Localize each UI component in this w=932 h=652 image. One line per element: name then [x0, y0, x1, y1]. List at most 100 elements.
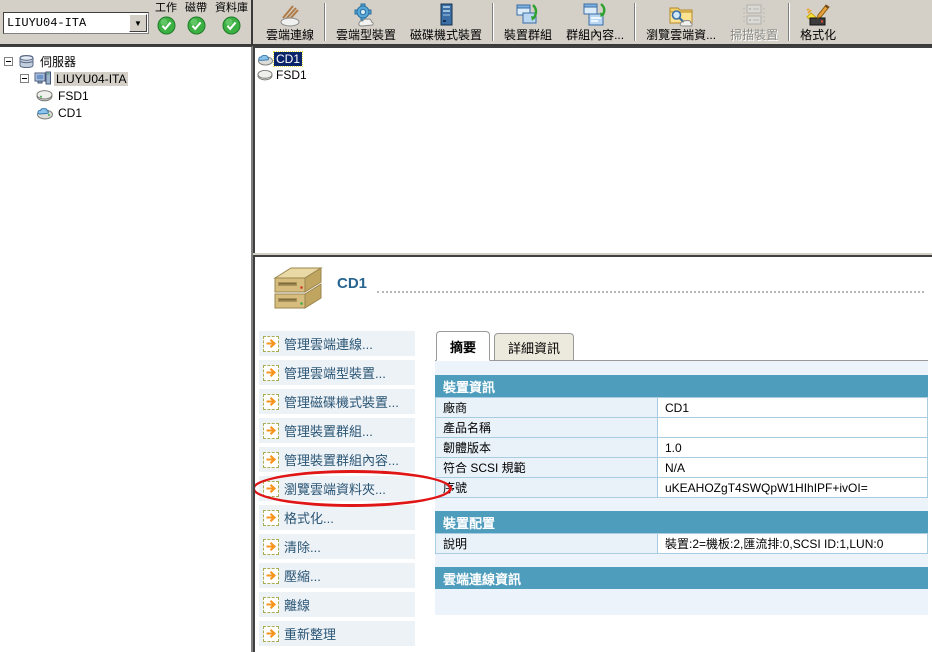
task-compress[interactable]: 壓縮... [259, 563, 415, 588]
server-computer-icon [34, 71, 51, 85]
table-row: 產品名稱 [435, 417, 928, 438]
table-row: 廠商 CD1 [435, 397, 928, 418]
arrow-right-icon [263, 509, 279, 526]
toolbar-separator [634, 3, 637, 41]
status-job-label: 工作 [155, 2, 177, 14]
server-status-bar: LIUYU04-ITA ▼ 工作 磁帶 資料庫 [0, 0, 253, 44]
row-value: 裝置:2=機板:2,匯流排:0,SCSI ID:1,LUN:0 [657, 533, 928, 554]
row-label: 廠商 [435, 397, 658, 418]
task-refresh[interactable]: 重新整理 [259, 621, 415, 646]
server-selector[interactable]: LIUYU04-ITA ▼ [3, 12, 149, 34]
toolbar-button-label: 磁碟機式裝置 [410, 27, 483, 42]
arrow-right-icon [263, 596, 279, 613]
toolbar-cloud-device-button[interactable]: 雲端型裝置 [329, 1, 403, 43]
status-database-label: 資料庫 [215, 2, 248, 14]
device-list-item-cd1[interactable]: CD1 [256, 51, 930, 67]
toolbar-disk-device-button[interactable]: 磁碟機式裝置 [403, 1, 489, 43]
task-label: 離線 [284, 598, 311, 613]
scan-device-icon [741, 3, 767, 28]
cloud-connect-icon [277, 3, 303, 28]
device-list-panel: CD1 FSD1 [253, 46, 932, 253]
task-label: 格式化... [284, 511, 334, 526]
arrow-right-icon [263, 480, 279, 497]
toolbar-group-properties-button[interactable]: 群組內容... [559, 1, 631, 43]
toolbar-button-label: 瀏覽雲端資... [646, 27, 717, 42]
servers-icon [19, 54, 34, 69]
right-column: CD1 FSD1 CD1 管理雲端連線... 管理雲端型裝置... 管理磁碟機式… [253, 46, 932, 652]
task-label: 管理裝置群組... [284, 424, 373, 439]
cloud-device-icon [353, 3, 379, 28]
tab-details[interactable]: 詳細資訊 [494, 333, 575, 360]
tree-node-cd1[interactable]: CD1 [4, 104, 249, 121]
tab-label: 詳細資訊 [508, 341, 561, 356]
toolbar-button-label: 裝置群組 [504, 27, 553, 42]
status-tape: 磁帶 [185, 2, 207, 35]
row-label: 產品名稱 [435, 417, 658, 438]
toolbar-separator [324, 3, 327, 41]
toolbar-cloud-connect-button[interactable]: 雲端連線 [259, 1, 321, 43]
task-manage-group-properties[interactable]: 管理裝置群組內容... [259, 447, 415, 472]
device-list-item-fsd1[interactable]: FSD1 [256, 67, 930, 83]
task-label: 管理雲端連線... [284, 337, 373, 352]
status-tape-label: 磁帶 [185, 2, 207, 14]
arrow-right-icon [263, 625, 279, 642]
detail-title: CD1 [337, 275, 368, 292]
toolbar-buttons: 雲端連線 雲端型裝置 磁碟機式裝置 裝置群組 群組內容... 瀏覽雲端資... … [253, 0, 932, 44]
toolbar-separator [492, 3, 495, 41]
arrow-right-icon [263, 422, 279, 439]
tab-summary[interactable]: 摘要 [436, 331, 491, 361]
tree-node-server-liuyu04[interactable]: LIUYU04-ITA [4, 70, 249, 87]
tab-strip: 摘要 詳細資訊 [435, 331, 928, 361]
check-circle-icon [187, 16, 205, 35]
task-manage-device-group[interactable]: 管理裝置群組... [259, 418, 415, 443]
task-label: 管理雲端型裝置... [284, 366, 386, 381]
toolbar-button-label: 雲端連線 [266, 27, 315, 42]
toolbar-button-label: 雲端型裝置 [336, 27, 397, 42]
detail-header: CD1 [255, 257, 932, 331]
toolbar-browse-cloud-folder-button[interactable]: 瀏覽雲端資... [639, 1, 723, 43]
check-circle-icon [157, 16, 175, 35]
tree-node-servers[interactable]: 伺服器 [4, 53, 249, 70]
device-config-table: 說明 裝置:2=機板:2,匯流排:0,SCSI ID:1,LUN:0 [435, 533, 928, 554]
tree-node-label: 伺服器 [40, 55, 77, 69]
device-manager-window: LIUYU04-ITA ▼ 工作 磁帶 資料庫 雲端連線 雲端型裝置 磁碟機式裝… [0, 0, 932, 652]
task-browse-cloud-folder[interactable]: 瀏覽雲端資料夾... [259, 476, 415, 501]
tree-node-fsd1[interactable]: FSD1 [4, 87, 249, 104]
task-label: 瀏覽雲端資料夾... [284, 482, 386, 497]
table-row: 序號 uKEAHOZgT4SWQpW1HIhIPF+ivOI= [435, 477, 928, 498]
task-label: 管理磁碟機式裝置... [284, 395, 399, 410]
toolbar-device-group-button[interactable]: 裝置群組 [497, 1, 559, 43]
format-icon [805, 3, 831, 28]
check-circle-icon [222, 16, 241, 35]
device-list-label: CD1 [272, 51, 304, 67]
task-erase[interactable]: 清除... [259, 534, 415, 559]
arrow-right-icon [263, 538, 279, 555]
toolbar-separator [788, 3, 791, 41]
drive-stack-icon [273, 267, 323, 309]
arrow-right-icon [263, 567, 279, 584]
disk-icon [36, 90, 53, 102]
device-group-icon [515, 3, 541, 28]
device-info-table: 廠商 CD1 產品名稱 韌體版本 1.0 符合 SCSI 規範 N/A 序號 u… [435, 397, 928, 498]
task-offline[interactable]: 離線 [259, 592, 415, 617]
task-format[interactable]: 格式化... [259, 505, 415, 530]
row-value [657, 417, 928, 438]
tree-node-label: LIUYU04-ITA [54, 71, 129, 86]
cloud-disk-icon [37, 108, 53, 120]
chevron-down-icon[interactable]: ▼ [129, 14, 147, 32]
row-label: 說明 [435, 533, 658, 554]
disk-device-icon [433, 3, 459, 28]
section-header-device-info: 裝置資訊 [435, 375, 928, 397]
tab-label: 摘要 [450, 340, 477, 355]
task-manage-cloud-connection[interactable]: 管理雲端連線... [259, 331, 415, 356]
task-manage-cloud-device[interactable]: 管理雲端型裝置... [259, 360, 415, 385]
tree-collapse-icon[interactable] [20, 74, 29, 83]
task-label: 壓縮... [284, 569, 321, 584]
row-value: CD1 [657, 397, 928, 418]
section-header-device-config: 裝置配置 [435, 511, 928, 533]
toolbar-scan-device-button[interactable]: 掃描裝置 [723, 1, 785, 43]
tree-collapse-icon[interactable] [4, 57, 13, 66]
task-manage-disk-device[interactable]: 管理磁碟機式裝置... [259, 389, 415, 414]
arrow-right-icon [263, 393, 279, 410]
toolbar-format-button[interactable]: 格式化 [793, 1, 843, 43]
